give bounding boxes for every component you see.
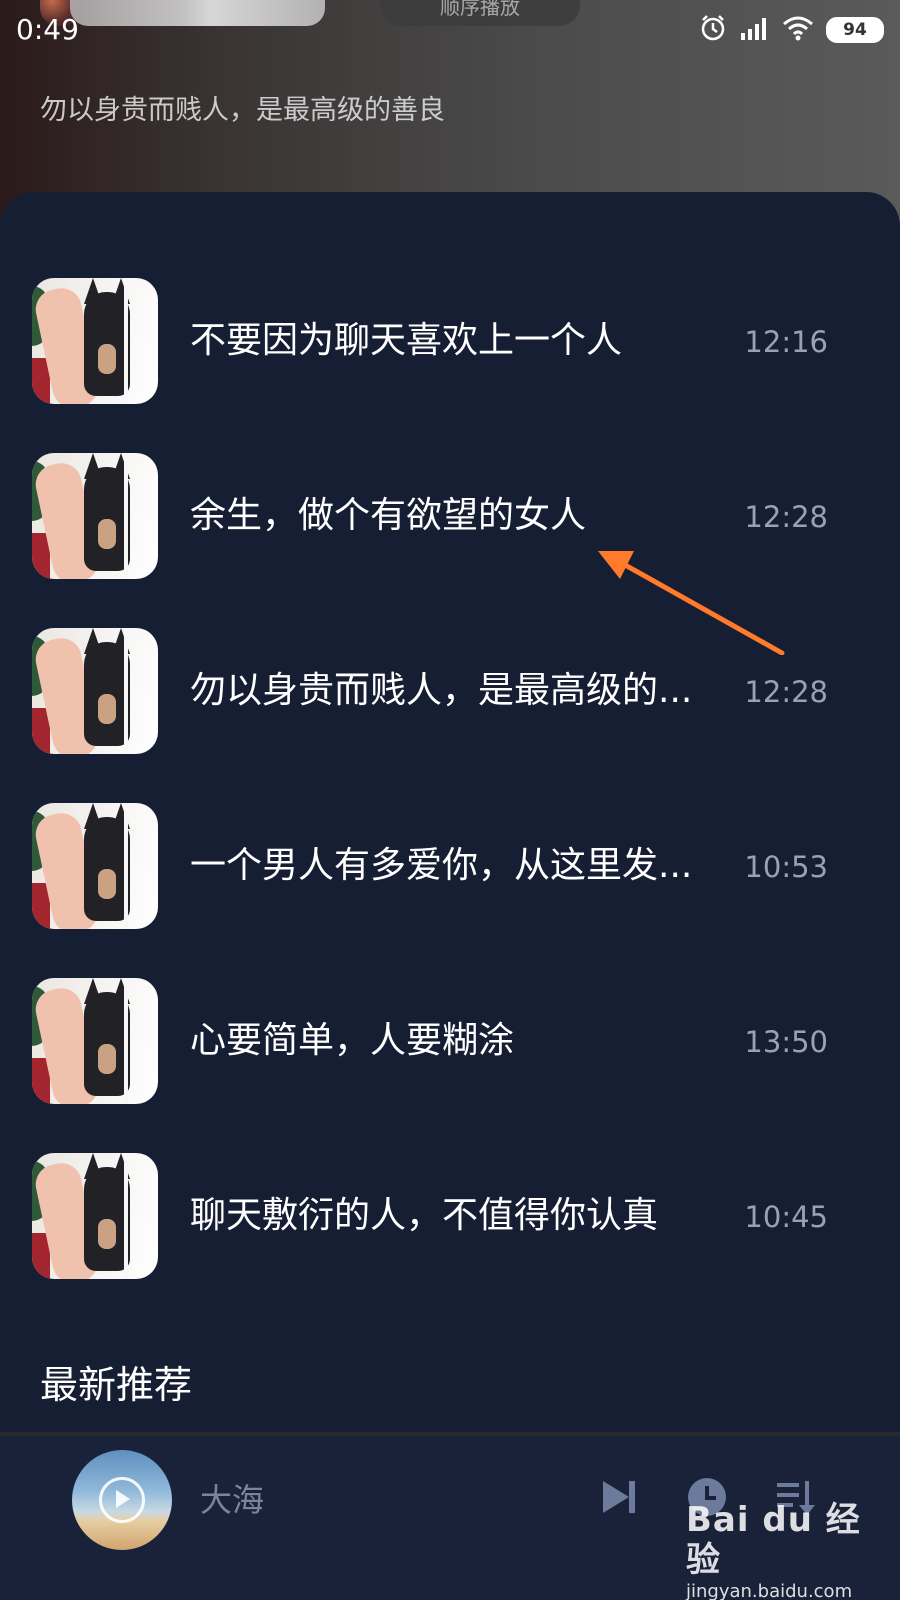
section-title: 最新推荐 bbox=[40, 1363, 193, 1407]
alarm-icon bbox=[698, 13, 728, 47]
track-time: 10:45 bbox=[744, 1200, 828, 1234]
track-thumbnail bbox=[32, 978, 158, 1104]
track-thumbnail bbox=[32, 278, 158, 404]
watermark-logo: Bai du 经验 bbox=[686, 1500, 861, 1580]
battery-level: 94 bbox=[843, 20, 867, 40]
player-track-title[interactable]: 大海 bbox=[200, 1480, 264, 1520]
track-thumbnail bbox=[32, 1153, 158, 1279]
battery-indicator: 94 bbox=[826, 17, 884, 43]
wifi-icon bbox=[782, 15, 814, 45]
play-mode-label: 顺序播放 bbox=[440, 0, 520, 19]
track-time: 10:53 bbox=[744, 850, 828, 884]
next-button[interactable] bbox=[596, 1476, 642, 1522]
player-cover[interactable] bbox=[72, 1450, 172, 1550]
track-time: 12:16 bbox=[744, 325, 828, 359]
track-time: 12:28 bbox=[744, 675, 828, 709]
now-playing-subtitle: 勿以身贵而贱人，是最高级的善良 bbox=[40, 95, 445, 126]
list-item[interactable]: 一个男人有多爱你，从这里发... 10:53 bbox=[0, 803, 900, 933]
track-title: 心要简单，人要糊涂 bbox=[190, 1020, 515, 1061]
track-thumbnail bbox=[32, 803, 158, 929]
play-icon[interactable] bbox=[99, 1477, 145, 1523]
list-item[interactable]: 心要简单，人要糊涂 13:50 bbox=[0, 978, 900, 1108]
watermark-url: jingyan.baidu.com bbox=[686, 1581, 853, 1600]
track-title: 聊天敷衍的人，不值得你认真 bbox=[190, 1195, 659, 1236]
track-thumbnail bbox=[32, 453, 158, 579]
signal-icon bbox=[740, 15, 770, 45]
annotation-arrow-icon bbox=[598, 551, 785, 655]
track-thumbnail bbox=[32, 628, 158, 754]
baidu-jingyan-watermark: Bai du 经验 jingyan.baidu.com bbox=[686, 1500, 886, 1600]
track-time: 13:50 bbox=[744, 1025, 828, 1059]
cover-thumbnail[interactable] bbox=[70, 0, 325, 26]
status-time: 0:49 bbox=[16, 13, 79, 46]
play-mode-pill[interactable]: 顺序播放 bbox=[380, 0, 580, 26]
track-title: 勿以身贵而贱人，是最高级的... bbox=[190, 670, 693, 711]
status-icons: 94 bbox=[698, 14, 884, 46]
track-title: 不要因为聊天喜欢上一个人 bbox=[190, 320, 623, 361]
skip-next-icon bbox=[599, 1477, 639, 1521]
list-item[interactable]: 不要因为聊天喜欢上一个人 12:16 bbox=[0, 278, 900, 408]
list-item[interactable]: 聊天敷衍的人，不值得你认真 10:45 bbox=[0, 1153, 900, 1283]
track-title: 一个男人有多爱你，从这里发... bbox=[190, 845, 693, 886]
track-time: 12:28 bbox=[744, 500, 828, 534]
track-title: 余生，做个有欲望的女人 bbox=[190, 495, 587, 536]
